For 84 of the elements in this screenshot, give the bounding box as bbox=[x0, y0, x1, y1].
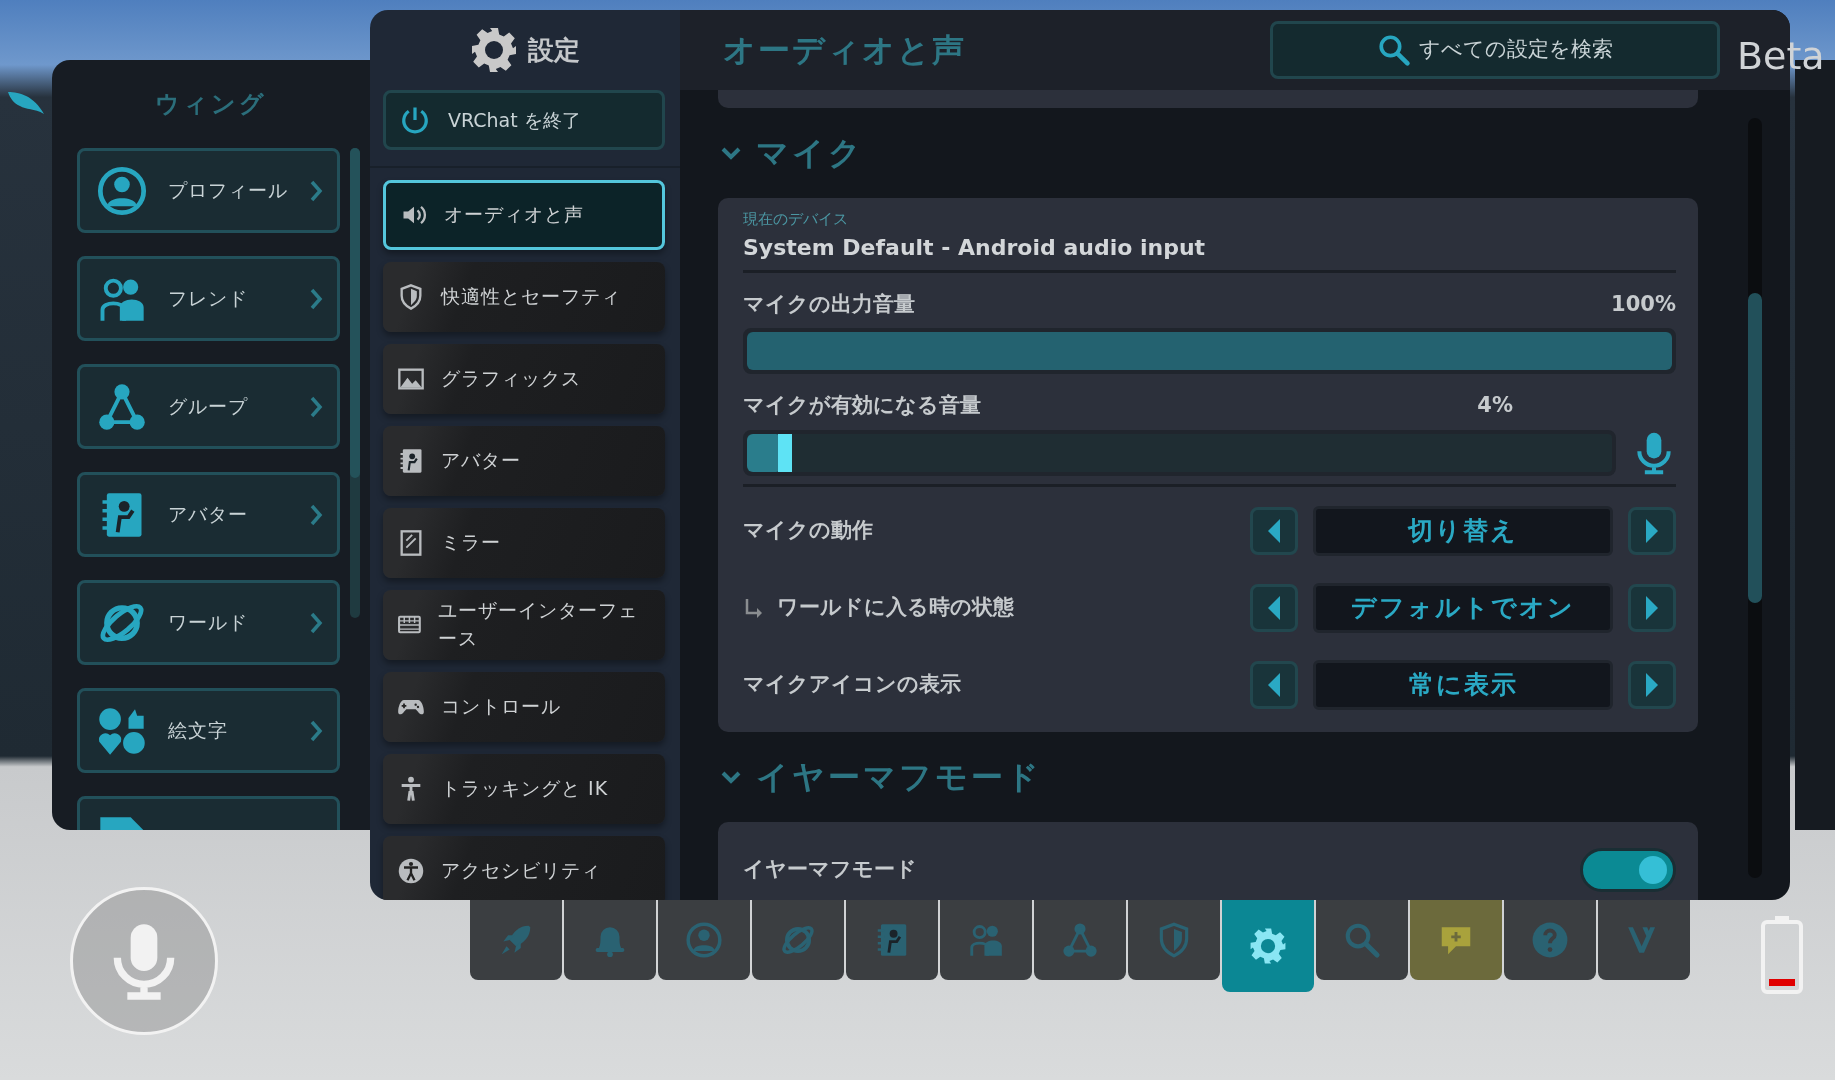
menu-button[interactable]: 絵文字 bbox=[77, 688, 341, 773]
chevron-right-icon bbox=[309, 394, 324, 419]
chevron-right-icon bbox=[309, 286, 324, 311]
settings-tab[interactable]: アクセシビリティ bbox=[383, 836, 665, 900]
settings-tab[interactable]: オーディオと声 bbox=[383, 180, 665, 250]
quit-button[interactable]: VRChat を終了 bbox=[383, 90, 665, 150]
toolbar-button[interactable] bbox=[1034, 900, 1126, 980]
previous-button[interactable] bbox=[1250, 507, 1298, 555]
toolbar-button[interactable] bbox=[1222, 900, 1314, 992]
toolbar-button[interactable] bbox=[470, 900, 562, 980]
toolbar-button[interactable] bbox=[752, 900, 844, 980]
slider-track[interactable] bbox=[743, 429, 1616, 476]
menu-button[interactable]: アバター bbox=[77, 472, 341, 557]
option-value: 切り替え bbox=[1313, 506, 1613, 556]
panel-title: 設定 bbox=[528, 33, 580, 67]
option-value: 常に表示 bbox=[1313, 660, 1613, 710]
chevron-right-icon bbox=[309, 718, 324, 743]
setting-label: マイクアイコンの表示 bbox=[743, 671, 961, 699]
setting-label: マイクが有効になる音量 bbox=[743, 392, 981, 419]
right-triangle-icon bbox=[1644, 518, 1660, 544]
setting-label: イヤーマフモード bbox=[743, 856, 918, 884]
battery-icon bbox=[1760, 915, 1804, 995]
settings-tab[interactable]: ミラー bbox=[383, 508, 665, 578]
settings-icon bbox=[1249, 927, 1287, 965]
settings-tab[interactable]: コントロール bbox=[383, 672, 665, 742]
toolbar-button[interactable] bbox=[564, 900, 656, 980]
search-button[interactable]: すべての設定を検索 bbox=[1270, 21, 1720, 79]
chevron-right-icon bbox=[309, 178, 324, 203]
right-triangle-icon bbox=[1644, 672, 1660, 698]
setting-label: マイクの出力音量 bbox=[743, 290, 915, 318]
person-circle-icon bbox=[96, 164, 148, 217]
left-triangle-icon bbox=[1266, 672, 1282, 698]
menu-button[interactable]: プロフィール bbox=[77, 148, 341, 233]
scrollbar[interactable] bbox=[1748, 118, 1762, 878]
slider-reading: 100% bbox=[1611, 290, 1676, 318]
menu-button[interactable]: グループ bbox=[77, 364, 341, 449]
toolbar-button[interactable] bbox=[1410, 900, 1502, 980]
right-triangle-icon bbox=[1644, 595, 1660, 621]
next-button[interactable] bbox=[1628, 507, 1676, 555]
settings-tab[interactable]: グラフィックス bbox=[383, 344, 665, 414]
next-button[interactable] bbox=[1628, 661, 1676, 709]
panel-title: ウィング bbox=[154, 89, 268, 120]
menu-button[interactable]: ワールド bbox=[77, 580, 341, 665]
toolbar-button[interactable] bbox=[940, 900, 1032, 980]
scrollbar[interactable] bbox=[350, 148, 360, 618]
search-icon bbox=[1377, 33, 1411, 67]
option-value: デフォルトでオン bbox=[1313, 583, 1613, 633]
menu-button[interactable]: フレンド bbox=[77, 256, 341, 341]
wing-icon bbox=[6, 90, 46, 116]
left-triangle-icon bbox=[1266, 595, 1282, 621]
power-icon bbox=[400, 105, 430, 135]
previous-button[interactable] bbox=[1250, 584, 1298, 632]
toolbar-button[interactable] bbox=[846, 900, 938, 980]
setting-label: ワールドに入る時の状態 bbox=[777, 594, 1014, 622]
device-name: System Default - Android audio input bbox=[743, 233, 1207, 262]
caption-text: 現在のデバイス bbox=[743, 209, 849, 230]
chevron-right-icon bbox=[309, 610, 324, 635]
section-title: イヤーマフモード bbox=[756, 756, 1042, 798]
setting-label: マイクの動作 bbox=[743, 517, 873, 545]
person-circle-icon bbox=[685, 921, 723, 959]
toolbar-button[interactable] bbox=[1316, 900, 1408, 980]
accessibility-icon bbox=[397, 857, 425, 885]
section-title: マイク bbox=[756, 133, 864, 174]
help-icon bbox=[1531, 921, 1569, 959]
settings-tab[interactable]: トラッキングと IK bbox=[383, 754, 665, 824]
chevron-right-icon bbox=[309, 502, 324, 527]
toggle-switch[interactable] bbox=[1580, 848, 1676, 892]
chevron-down-icon[interactable] bbox=[720, 146, 742, 160]
chevron-down-icon[interactable] bbox=[720, 769, 742, 784]
search-icon bbox=[1343, 921, 1381, 959]
settings-tab[interactable]: アバター bbox=[383, 426, 665, 496]
settings-icon bbox=[470, 26, 518, 74]
settings-tab[interactable]: 快適性とセーフティ bbox=[383, 262, 665, 332]
toolbar-button[interactable] bbox=[1504, 900, 1596, 980]
page-title: オーディオと声 bbox=[723, 30, 967, 71]
toolbar-button[interactable] bbox=[1128, 900, 1220, 980]
settings-tab[interactable]: ユーザーインターフェース bbox=[383, 590, 665, 660]
left-triangle-icon bbox=[1266, 518, 1282, 544]
toolbar-button[interactable] bbox=[1598, 900, 1690, 980]
next-button[interactable] bbox=[1628, 584, 1676, 632]
connected-nodes-icon bbox=[1061, 921, 1099, 959]
previous-button[interactable] bbox=[1250, 661, 1298, 709]
slider-reading: 4% bbox=[1477, 392, 1513, 419]
toolbar-button[interactable] bbox=[658, 900, 750, 980]
